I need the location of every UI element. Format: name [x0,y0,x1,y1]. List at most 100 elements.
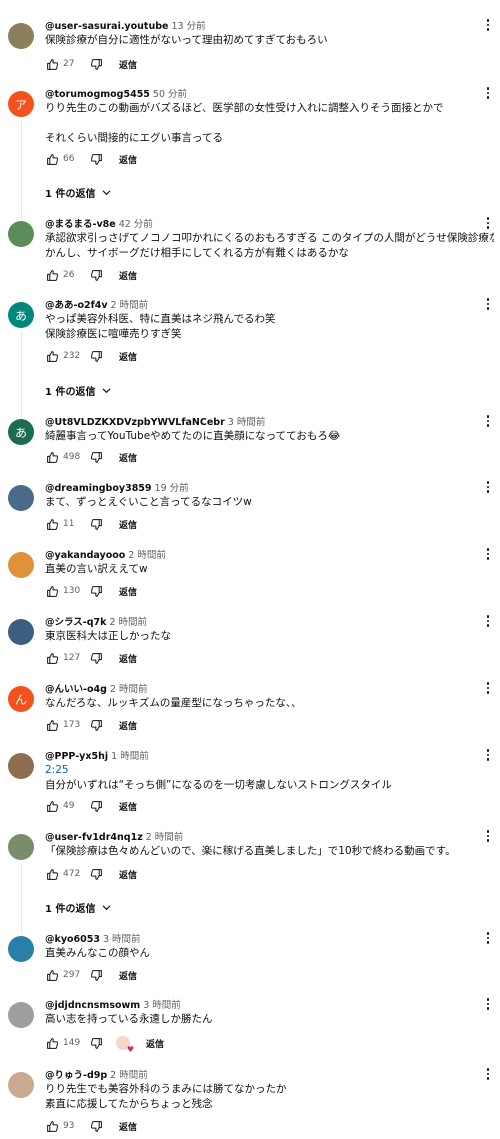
like-button[interactable] [45,1036,59,1050]
avatar[interactable] [8,23,34,49]
more-options-icon[interactable] [482,414,494,428]
author-name[interactable]: @user-fv1dr4nq1z [45,832,143,843]
comment-timestamp[interactable]: 3 時間前 [143,1000,181,1011]
author-name[interactable]: @dreamingboy3859 [45,483,152,494]
dislike-button[interactable] [89,57,103,71]
reply-button[interactable]: 返信 [119,518,137,531]
like-button[interactable] [45,651,59,665]
dislike-button[interactable] [89,799,103,813]
dislike-button[interactable] [89,718,103,732]
like-button[interactable] [45,968,59,982]
author-name[interactable]: @yakandayooo [45,550,125,561]
dislike-button[interactable] [89,1119,103,1133]
avatar[interactable] [8,936,34,962]
avatar[interactable] [8,1002,34,1028]
like-button[interactable] [45,799,59,813]
author-name[interactable]: @Ut8VLDZKXDVzpbYWVLfaNCebr [45,417,225,428]
comment-timestamp[interactable]: 2 時間前 [128,550,166,561]
author-name[interactable]: @user-sasurai.youtube [45,21,168,32]
comment-timestamp[interactable]: 19 分前 [155,483,189,494]
more-options-icon[interactable] [482,297,494,311]
reply-button[interactable]: 返信 [119,652,137,665]
reply-button[interactable]: 返信 [119,58,137,71]
reply-button[interactable]: 返信 [119,868,137,881]
comment-timestamp[interactable]: 2 時間前 [110,1070,148,1081]
like-button[interactable] [45,584,59,598]
avatar[interactable] [8,485,34,511]
author-name[interactable]: @まるまる-v8e [45,219,116,230]
more-options-icon[interactable] [482,614,494,628]
like-button[interactable] [45,268,59,282]
like-button[interactable] [45,1119,59,1133]
reply-button[interactable]: 返信 [119,1120,137,1133]
reply-button[interactable]: 返信 [119,269,137,282]
dislike-button[interactable] [89,349,103,363]
dislike-button[interactable] [89,517,103,531]
reply-button[interactable]: 返信 [119,153,137,166]
view-replies-button[interactable]: 1 件の返信 [45,898,112,916]
comment-timestamp[interactable]: 13 分前 [171,21,205,32]
author-name[interactable]: @torumogmog5455 [45,89,150,100]
reply-button[interactable]: 返信 [119,969,137,982]
more-options-icon[interactable] [482,1067,494,1081]
comment-timestamp[interactable]: 2 時間前 [146,832,184,843]
reply-button[interactable]: 返信 [119,585,137,598]
more-options-icon[interactable] [482,547,494,561]
like-button[interactable] [45,450,59,464]
reply-button[interactable]: 返信 [146,1037,164,1050]
author-name[interactable]: @んいい-o4g [45,684,107,695]
comment-timestamp[interactable]: 2 時間前 [111,300,149,311]
reply-button[interactable]: 返信 [119,800,137,813]
comment-timestamp[interactable]: 50 分前 [153,89,187,100]
dislike-button[interactable] [89,450,103,464]
like-button[interactable] [45,349,59,363]
avatar[interactable] [8,753,34,779]
dislike-button[interactable] [89,584,103,598]
dislike-button[interactable] [89,152,103,166]
more-options-icon[interactable] [482,18,494,32]
like-button[interactable] [45,867,59,881]
dislike-button[interactable] [89,651,103,665]
avatar[interactable]: あ [8,302,34,328]
like-button[interactable] [45,517,59,531]
dislike-button[interactable] [89,268,103,282]
comment-timestamp[interactable]: 3 時間前 [103,934,141,945]
reply-button[interactable]: 返信 [119,451,137,464]
like-button[interactable] [45,152,59,166]
avatar[interactable]: ア [8,91,34,117]
reply-button[interactable]: 返信 [119,719,137,732]
more-options-icon[interactable] [482,681,494,695]
author-name[interactable]: @jdjdncnsmsowm [45,1000,140,1011]
author-name[interactable]: @りゅう-d9p [45,1070,107,1081]
avatar[interactable] [8,552,34,578]
reply-button[interactable]: 返信 [119,350,137,363]
comment-timestamp[interactable]: 3 時間前 [228,417,266,428]
like-button[interactable] [45,57,59,71]
view-replies-button[interactable]: 1 件の返信 [45,183,112,201]
avatar[interactable] [8,221,34,247]
author-name[interactable]: @kyo6053 [45,934,100,945]
author-name[interactable]: @ああ-o2f4v [45,300,108,311]
avatar[interactable] [8,619,34,645]
more-options-icon[interactable] [482,748,494,762]
comment-timestamp[interactable]: 1 時間前 [111,751,149,762]
more-options-icon[interactable] [482,931,494,945]
avatar[interactable] [8,1072,34,1098]
more-options-icon[interactable] [482,480,494,494]
dislike-button[interactable] [89,1036,103,1050]
author-name[interactable]: @シラス-q7k [45,617,106,628]
comment-timestamp[interactable]: 42 分前 [119,219,153,230]
dislike-button[interactable] [89,867,103,881]
more-options-icon[interactable] [482,997,494,1011]
like-button[interactable] [45,718,59,732]
comment-timestamp[interactable]: 2 時間前 [110,684,148,695]
author-name[interactable]: @PPP-yx5hj [45,751,108,762]
comment-timestamp[interactable]: 2 時間前 [109,617,147,628]
avatar[interactable]: ん [8,686,34,712]
avatar[interactable] [8,834,34,860]
more-options-icon[interactable] [482,829,494,843]
more-options-icon[interactable] [482,86,494,100]
timestamp-link[interactable]: 2:25 [45,763,494,778]
view-replies-button[interactable]: 1 件の返信 [45,381,112,399]
avatar[interactable]: あ [8,419,34,445]
